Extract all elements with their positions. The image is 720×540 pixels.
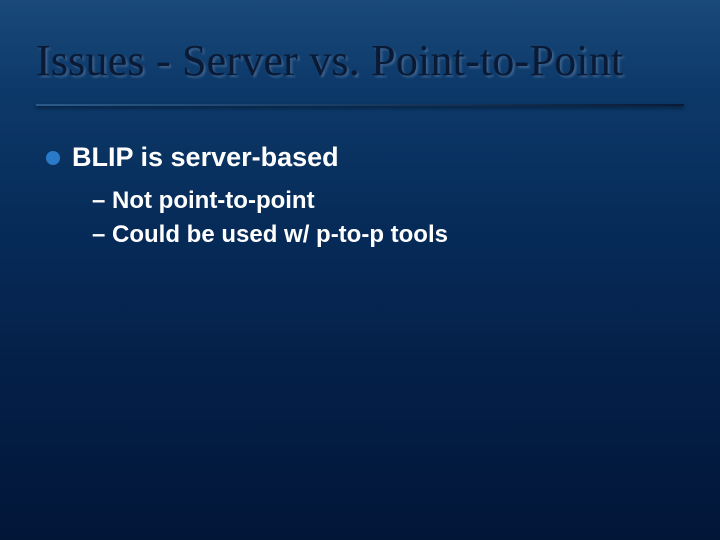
title-underline [36,104,684,106]
slide-title: Issues - Server vs. Point-to-Point [36,38,684,84]
slide: Issues - Server vs. Point-to-Point BLIP … [0,0,720,540]
slide-content: BLIP is server-based – Not point-to-poin… [46,140,680,254]
bullet-level-1: BLIP is server-based [46,140,680,175]
sub-bullet-1: – Not point-to-point [92,185,680,217]
sub-bullet-2: – Could be used w/ p-to-p tools [92,219,680,251]
bullet-dot-icon [46,151,60,165]
sub-bullets: – Not point-to-point – Could be used w/ … [92,185,680,252]
bullet-text: BLIP is server-based [72,140,339,175]
